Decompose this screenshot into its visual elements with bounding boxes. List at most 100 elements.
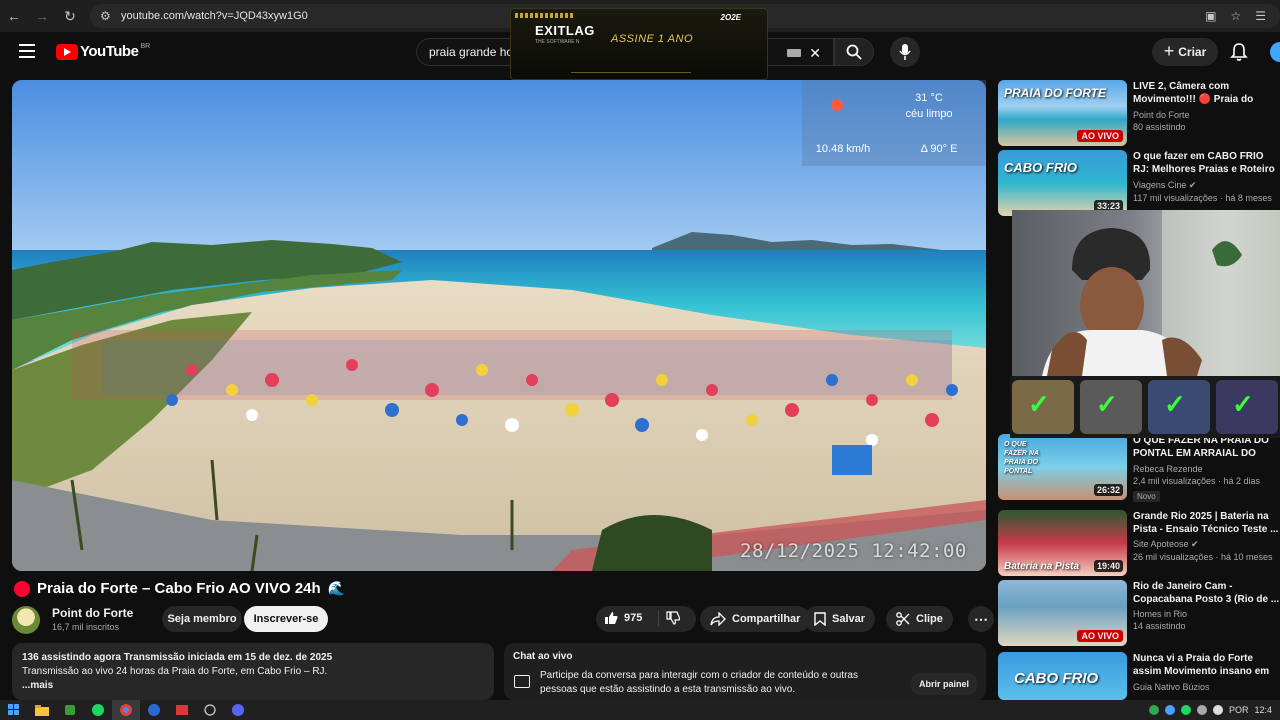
clip-button[interactable]: Clipe xyxy=(886,606,953,632)
recommendation-item[interactable]: Bateria na Pista 19:40 Grande Rio 2025 |… xyxy=(998,510,1280,576)
checkmark-icon: ✓ xyxy=(1096,389,1118,419)
ad-banner[interactable]: EXITLAG THE SOFTWARE N ASSINE 1 ANO 2O2E xyxy=(510,8,768,80)
ad-cta[interactable]: ASSINE 1 ANO xyxy=(611,33,693,45)
cast-icon[interactable]: ▣ xyxy=(1205,9,1216,23)
recommendation-info: Grande Rio 2025 | Bateria na Pista - Ens… xyxy=(1133,510,1280,562)
recommendation-channel[interactable]: Rebeca Rezende xyxy=(1133,464,1280,474)
channel-avatar[interactable] xyxy=(12,606,40,634)
youtube-play-icon xyxy=(56,43,78,60)
chrome-icon[interactable] xyxy=(112,700,140,720)
app-icon-blue[interactable] xyxy=(140,700,168,720)
recommendation-item[interactable]: AO VIVO Rio de Janeiro Cam - Copacabana … xyxy=(998,580,1280,646)
discord-icon[interactable] xyxy=(224,700,252,720)
more-actions-icon[interactable]: ⋯ xyxy=(968,606,994,632)
steam-icon[interactable] xyxy=(196,700,224,720)
reload-icon[interactable]: ↻ xyxy=(56,0,84,32)
thumbnail-text: PRAIA DO FORTE xyxy=(1004,86,1107,100)
like-button[interactable]: 975 xyxy=(604,611,642,625)
create-button[interactable]: + Criar xyxy=(1152,38,1218,66)
weather-temp-block: 31 °C céu limpo xyxy=(872,88,986,124)
omnibox-actions: ▣ ☆ ☰ xyxy=(1205,4,1280,28)
recommendation-info: O QUE FAZER NA PRAIA DO PONTAL EM ARRAIA… xyxy=(1133,434,1280,504)
subscribe-button[interactable]: Inscrever-se xyxy=(244,606,328,632)
channel-name[interactable]: Point do Forte xyxy=(52,606,133,620)
recommendation-channel[interactable]: Homes in Rio xyxy=(1133,609,1280,619)
weather-status xyxy=(802,80,872,130)
video-title-row: Praia do Forte – Cabo Frio AO VIVO 24h 🌊 xyxy=(14,580,345,597)
keyboard-language[interactable]: POR xyxy=(1229,705,1249,715)
live-badge: AO VIVO xyxy=(1077,630,1123,642)
logo-text: YouTube xyxy=(80,43,139,60)
recommendation-item[interactable]: CABO FRIO Nunca vi a Praia do Forte assi… xyxy=(998,652,1280,700)
menu-icon[interactable] xyxy=(19,44,35,58)
spotify-icon[interactable] xyxy=(84,700,112,720)
video-thumbnail[interactable]: PRAIA DO FORTE AO VIVO xyxy=(998,80,1127,146)
recommendation-item[interactable]: PRAIA DO FORTE AO VIVO LIVE 2, Câmera co… xyxy=(998,80,1280,146)
tray-volume-icon[interactable] xyxy=(1212,705,1223,715)
description-more[interactable]: ...mais xyxy=(22,679,484,693)
channel-actions-row: Point do Forte 16,7 mil inscritos Seja m… xyxy=(12,604,994,634)
recommendation-meta: 117 mil visualizações · há 8 meses xyxy=(1133,193,1272,203)
video-thumbnail[interactable]: Bateria na Pista 19:40 xyxy=(998,510,1127,576)
windows-start-icon[interactable] xyxy=(0,700,28,720)
clock[interactable]: 12:4 xyxy=(1254,705,1272,715)
back-icon[interactable]: ← xyxy=(0,0,28,32)
file-explorer-icon[interactable] xyxy=(28,700,56,720)
tray-wifi-icon[interactable] xyxy=(1196,705,1207,715)
recommendation-item[interactable]: O QUE FAZER NA PRAIA DO PONTAL 26:32 O Q… xyxy=(998,434,1280,502)
recommendation-channel[interactable]: Point do Forte xyxy=(1133,110,1280,120)
tray-app-icon[interactable] xyxy=(1164,705,1175,715)
recommendation-item[interactable]: CABO FRIO 33:23 O que fazer em CABO FRIO… xyxy=(998,150,1280,216)
recommendation-channel[interactable]: Site Apoteose ✔ xyxy=(1133,539,1280,550)
tray-spotify-icon[interactable] xyxy=(1180,705,1191,715)
recommendation-title[interactable]: Grande Rio 2025 | Bateria na Pista - Ens… xyxy=(1133,510,1280,536)
open-chat-panel-button[interactable]: Abrir painel xyxy=(910,673,978,695)
scissors-icon xyxy=(896,612,910,626)
thumbnail-text: CABO FRIO xyxy=(1004,160,1077,175)
dislike-button[interactable] xyxy=(666,611,681,630)
video-thumbnail[interactable]: O QUE FAZER NA PRAIA DO PONTAL 26:32 xyxy=(998,434,1127,500)
url-text[interactable]: youtube.com/watch?v=JQD43xyw1G0 xyxy=(121,10,308,22)
ad-brand: 2O2E xyxy=(720,13,741,22)
recommendation-channel[interactable]: Guia Nativo Búzios xyxy=(1133,682,1280,692)
keyboard-icon[interactable] xyxy=(787,49,801,57)
recommendation-title[interactable]: Nunca vi a Praia do Forte assim Moviment… xyxy=(1133,652,1280,679)
chat-title: Chat ao vivo xyxy=(513,651,573,662)
join-membership-button[interactable]: Seja membro xyxy=(162,606,242,632)
recommendation-title[interactable]: O QUE FAZER NA PRAIA DO PONTAL EM ARRAIA… xyxy=(1133,434,1280,461)
voice-search-button[interactable] xyxy=(890,37,920,67)
video-thumbnail[interactable]: AO VIVO xyxy=(998,580,1127,646)
duration-badge: 26:32 xyxy=(1093,484,1123,496)
video-thumbnail[interactable]: CABO FRIO xyxy=(998,652,1127,700)
save-button[interactable]: Salvar xyxy=(804,606,876,632)
notifications-bell-icon[interactable] xyxy=(1230,42,1248,62)
search-button[interactable] xyxy=(834,38,874,66)
share-icon xyxy=(710,612,726,626)
video-thumbnail[interactable]: CABO FRIO 33:23 xyxy=(998,150,1127,216)
forward-icon[interactable]: → xyxy=(28,0,56,32)
app-icon-red[interactable] xyxy=(168,700,196,720)
clear-search-icon[interactable]: ✕ xyxy=(809,45,821,62)
chat-bubble-icon xyxy=(514,675,530,688)
new-tag: Novo xyxy=(1133,491,1160,502)
site-info-icon[interactable]: ⚙ xyxy=(100,9,118,23)
description-box[interactable]: 136 assistindo agora Transmissão iniciad… xyxy=(12,643,494,700)
recommendation-title[interactable]: LIVE 2, Câmera com Movimento!!! 🔴 Praia … xyxy=(1133,80,1280,107)
recommendation-title[interactable]: O que fazer em CABO FRIO RJ: Melhores Pr… xyxy=(1133,150,1280,177)
ad-divider xyxy=(571,72,691,73)
youtube-logo[interactable]: YouTube BR xyxy=(56,43,150,60)
reading-list-icon[interactable]: ☰ xyxy=(1255,9,1266,23)
search-query[interactable]: praia grande ho xyxy=(429,45,513,59)
live-indicator-icon xyxy=(14,580,30,597)
bookmark-star-icon[interactable]: ☆ xyxy=(1230,9,1241,23)
region-code: BR xyxy=(140,43,151,50)
share-button[interactable]: Compartilhar xyxy=(700,606,811,632)
thumbnail-text: O QUE FAZER NA PRAIA DO PONTAL xyxy=(1004,441,1039,475)
recommendation-title[interactable]: Rio de Janeiro Cam - Copacabana Posto 3 … xyxy=(1133,580,1280,606)
weather-temp: 31 °C xyxy=(915,92,943,104)
xbox-icon[interactable] xyxy=(56,700,84,720)
clip-label: Clipe xyxy=(916,613,943,625)
plus-icon: + xyxy=(1163,40,1175,61)
recommendation-channel[interactable]: Viagens Cine ✔ xyxy=(1133,180,1280,191)
tray-app-icon[interactable] xyxy=(1148,705,1159,715)
